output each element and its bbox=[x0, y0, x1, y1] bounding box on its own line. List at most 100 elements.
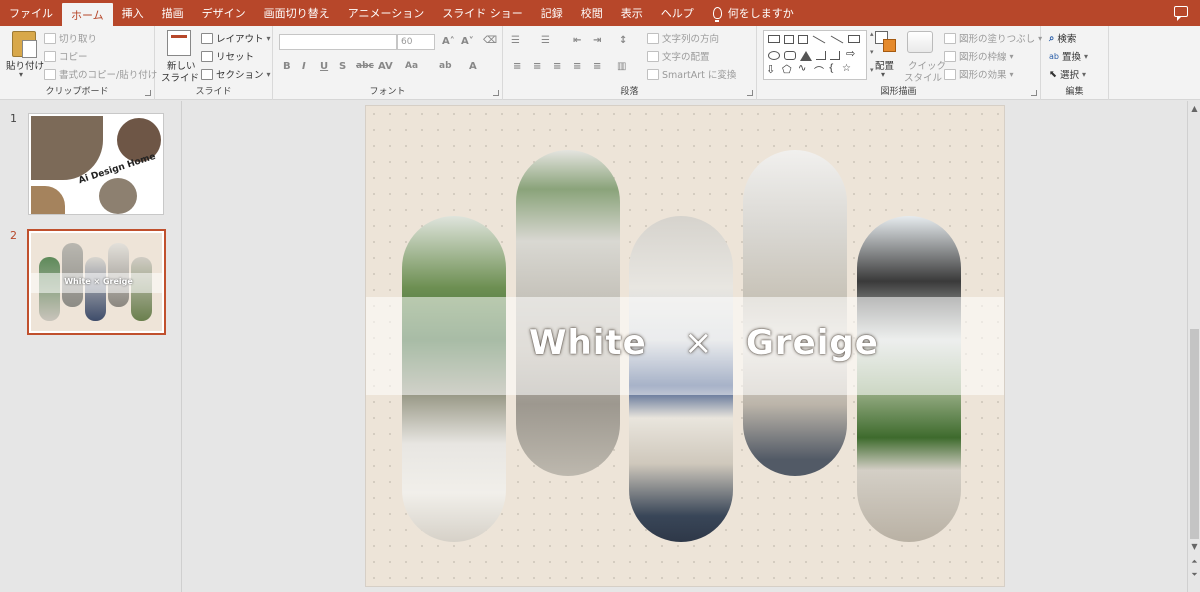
tab-transitions[interactable]: 画面切り替え bbox=[255, 0, 339, 26]
triangle-shape-icon[interactable] bbox=[800, 51, 812, 61]
font-launcher-icon[interactable] bbox=[493, 90, 499, 96]
shrink-font-icon[interactable]: A˅ bbox=[461, 36, 474, 47]
tab-view[interactable]: 表示 bbox=[612, 0, 652, 26]
increase-indent-icon[interactable]: ⇥ bbox=[593, 35, 601, 46]
textbox-vertical-shape-icon[interactable] bbox=[798, 35, 808, 44]
rectangle-shape-icon[interactable] bbox=[768, 35, 780, 43]
slide-thumbnail-1[interactable]: Ai Design Home bbox=[28, 113, 164, 215]
clipboard-launcher-icon[interactable] bbox=[145, 90, 151, 96]
bold-icon[interactable]: B bbox=[283, 61, 291, 72]
tab-slideshow[interactable]: スライド ショー bbox=[433, 0, 532, 26]
vertical-scrollbar[interactable]: ▲ ▼ ⏶ ⏷ bbox=[1187, 101, 1200, 592]
format-painter-button[interactable]: 書式のコピー/貼り付け bbox=[44, 67, 157, 81]
columns-icon[interactable]: ▥ bbox=[617, 61, 626, 72]
shape-effects-button[interactable]: 図形の効果 ▾ bbox=[944, 67, 1014, 81]
numbering-icon[interactable]: ☰ bbox=[541, 35, 550, 46]
rect-2-shape-icon[interactable] bbox=[848, 35, 860, 43]
char-spacing-icon[interactable]: AV bbox=[378, 61, 393, 72]
text-direction-button[interactable]: 文字列の方向 bbox=[647, 31, 719, 45]
line-shape-icon[interactable] bbox=[812, 35, 826, 44]
new-slide-icon[interactable] bbox=[167, 30, 191, 56]
scroll-down-icon[interactable]: ▼ bbox=[1189, 541, 1200, 552]
align-text-button[interactable]: 文字の配置 bbox=[647, 49, 710, 63]
strikethrough-icon[interactable]: abc bbox=[356, 61, 374, 71]
elbow-connector-icon[interactable] bbox=[816, 51, 826, 60]
drawing-launcher-icon[interactable] bbox=[1031, 90, 1037, 96]
reset-button[interactable]: リセット bbox=[201, 49, 254, 63]
select-button[interactable]: ⬉ 選択 ▾ bbox=[1049, 67, 1086, 82]
quick-styles-label-2[interactable]: スタイル▾ bbox=[904, 70, 949, 85]
copy-button[interactable]: コピー bbox=[44, 49, 88, 63]
shapes-more-icon[interactable]: ▾ bbox=[870, 66, 874, 74]
tab-draw[interactable]: 描画 bbox=[153, 0, 193, 26]
replace-button[interactable]: ab 置換 ▾ bbox=[1049, 49, 1088, 64]
tab-animations[interactable]: アニメーション bbox=[339, 0, 434, 26]
elbow-arrow-connector-icon[interactable] bbox=[830, 51, 840, 60]
paste-icon[interactable] bbox=[12, 31, 37, 58]
cut-button[interactable]: 切り取り bbox=[44, 31, 97, 45]
shadow-icon[interactable]: S bbox=[339, 61, 346, 72]
rounded-rect-shape-icon[interactable] bbox=[784, 51, 796, 60]
paragraph-launcher-icon[interactable] bbox=[747, 90, 753, 96]
new-slide-label-2[interactable]: スライド▾ bbox=[161, 70, 206, 85]
scroll-up-icon[interactable]: ▲ bbox=[1189, 103, 1200, 114]
next-slide-icon[interactable]: ⏷ bbox=[1189, 569, 1200, 580]
tab-file[interactable]: ファイル bbox=[0, 0, 62, 26]
tab-review[interactable]: 校閲 bbox=[572, 0, 612, 26]
font-size-field[interactable]: 60 bbox=[397, 34, 435, 50]
section-button[interactable]: セクション ▾ bbox=[201, 67, 271, 81]
title-times-symbol[interactable]: × bbox=[684, 323, 714, 363]
previous-slide-icon[interactable]: ⏶ bbox=[1189, 556, 1200, 567]
shapes-scroll-down-icon[interactable]: ▾ bbox=[870, 48, 874, 56]
slide-canvas[interactable]: White × Greige bbox=[365, 105, 1005, 587]
underline-icon[interactable]: U bbox=[320, 61, 328, 72]
bracket-shape-icon[interactable]: { bbox=[828, 63, 834, 74]
comments-icon[interactable] bbox=[1174, 6, 1188, 21]
scrollbar-thumb[interactable] bbox=[1190, 329, 1199, 539]
curve-shape-icon[interactable]: ∿ bbox=[798, 63, 806, 74]
title-word-greige[interactable]: Greige bbox=[746, 323, 879, 363]
tab-insert[interactable]: 挿入 bbox=[113, 0, 153, 26]
right-arrow-shape-icon[interactable]: ⇨ bbox=[846, 47, 855, 60]
textbox-shape-icon[interactable] bbox=[784, 35, 794, 44]
shapes-scroll-up-icon[interactable]: ▴ bbox=[870, 30, 874, 38]
paste-dropdown-icon[interactable]: ▾ bbox=[19, 70, 23, 79]
tab-design[interactable]: デザイン bbox=[193, 0, 255, 26]
tell-me-search[interactable]: 何をしますか bbox=[703, 0, 794, 26]
line-spacing-icon[interactable]: ↕ bbox=[619, 35, 627, 46]
title-word-white[interactable]: White bbox=[529, 323, 647, 363]
shape-outline-button[interactable]: 図形の枠線 ▾ bbox=[944, 49, 1014, 63]
italic-icon[interactable]: I bbox=[302, 61, 306, 72]
quick-styles-icon[interactable] bbox=[907, 31, 933, 53]
align-left-icon[interactable]: ≡ bbox=[513, 61, 521, 72]
star-shape-icon[interactable]: ☆ bbox=[842, 63, 851, 74]
highlight-icon[interactable]: ab bbox=[439, 61, 452, 71]
align-right-icon[interactable]: ≡ bbox=[553, 61, 561, 72]
align-center-icon[interactable]: ≡ bbox=[533, 61, 541, 72]
clear-formatting-icon[interactable]: ⌫ bbox=[483, 35, 497, 46]
flowchart-shape-icon[interactable]: ⬠ bbox=[782, 63, 792, 76]
grow-font-icon[interactable]: A˄ bbox=[442, 36, 455, 47]
tab-record[interactable]: 記録 bbox=[532, 0, 572, 26]
arrange-dropdown-icon[interactable]: ▾ bbox=[881, 70, 885, 79]
justify-icon[interactable]: ≡ bbox=[573, 61, 581, 72]
find-button[interactable]: ⌕ 検索 bbox=[1049, 31, 1076, 46]
bullets-icon[interactable]: ☰ bbox=[511, 35, 520, 46]
tab-help[interactable]: ヘルプ bbox=[652, 0, 703, 26]
arrange-icon[interactable] bbox=[875, 31, 897, 53]
tab-home[interactable]: ホーム bbox=[62, 3, 113, 26]
arrow-line-shape-icon[interactable] bbox=[830, 35, 844, 44]
arc-shape-icon[interactable]: ⌒ bbox=[814, 63, 824, 78]
font-name-field[interactable] bbox=[279, 34, 397, 50]
shape-fill-button[interactable]: 図形の塗りつぶし ▾ bbox=[944, 31, 1042, 45]
font-color-icon[interactable]: A bbox=[469, 61, 477, 72]
paste-button[interactable]: 貼り付け bbox=[6, 58, 44, 72]
layout-button[interactable]: レイアウト ▾ bbox=[201, 31, 271, 45]
change-case-icon[interactable]: Aa bbox=[405, 61, 418, 71]
slide-thumbnail-2[interactable]: White × Greige bbox=[27, 229, 166, 335]
shapes-gallery[interactable]: ⇨ ⇩ ⬠ ∿ ⌒ { ☆ bbox=[763, 30, 867, 80]
oval-shape-icon[interactable] bbox=[768, 51, 780, 60]
smartart-button[interactable]: SmartArt に変換 bbox=[647, 67, 736, 81]
down-arrow-shape-icon[interactable]: ⇩ bbox=[766, 63, 775, 76]
distributed-icon[interactable]: ≡ bbox=[593, 61, 601, 72]
